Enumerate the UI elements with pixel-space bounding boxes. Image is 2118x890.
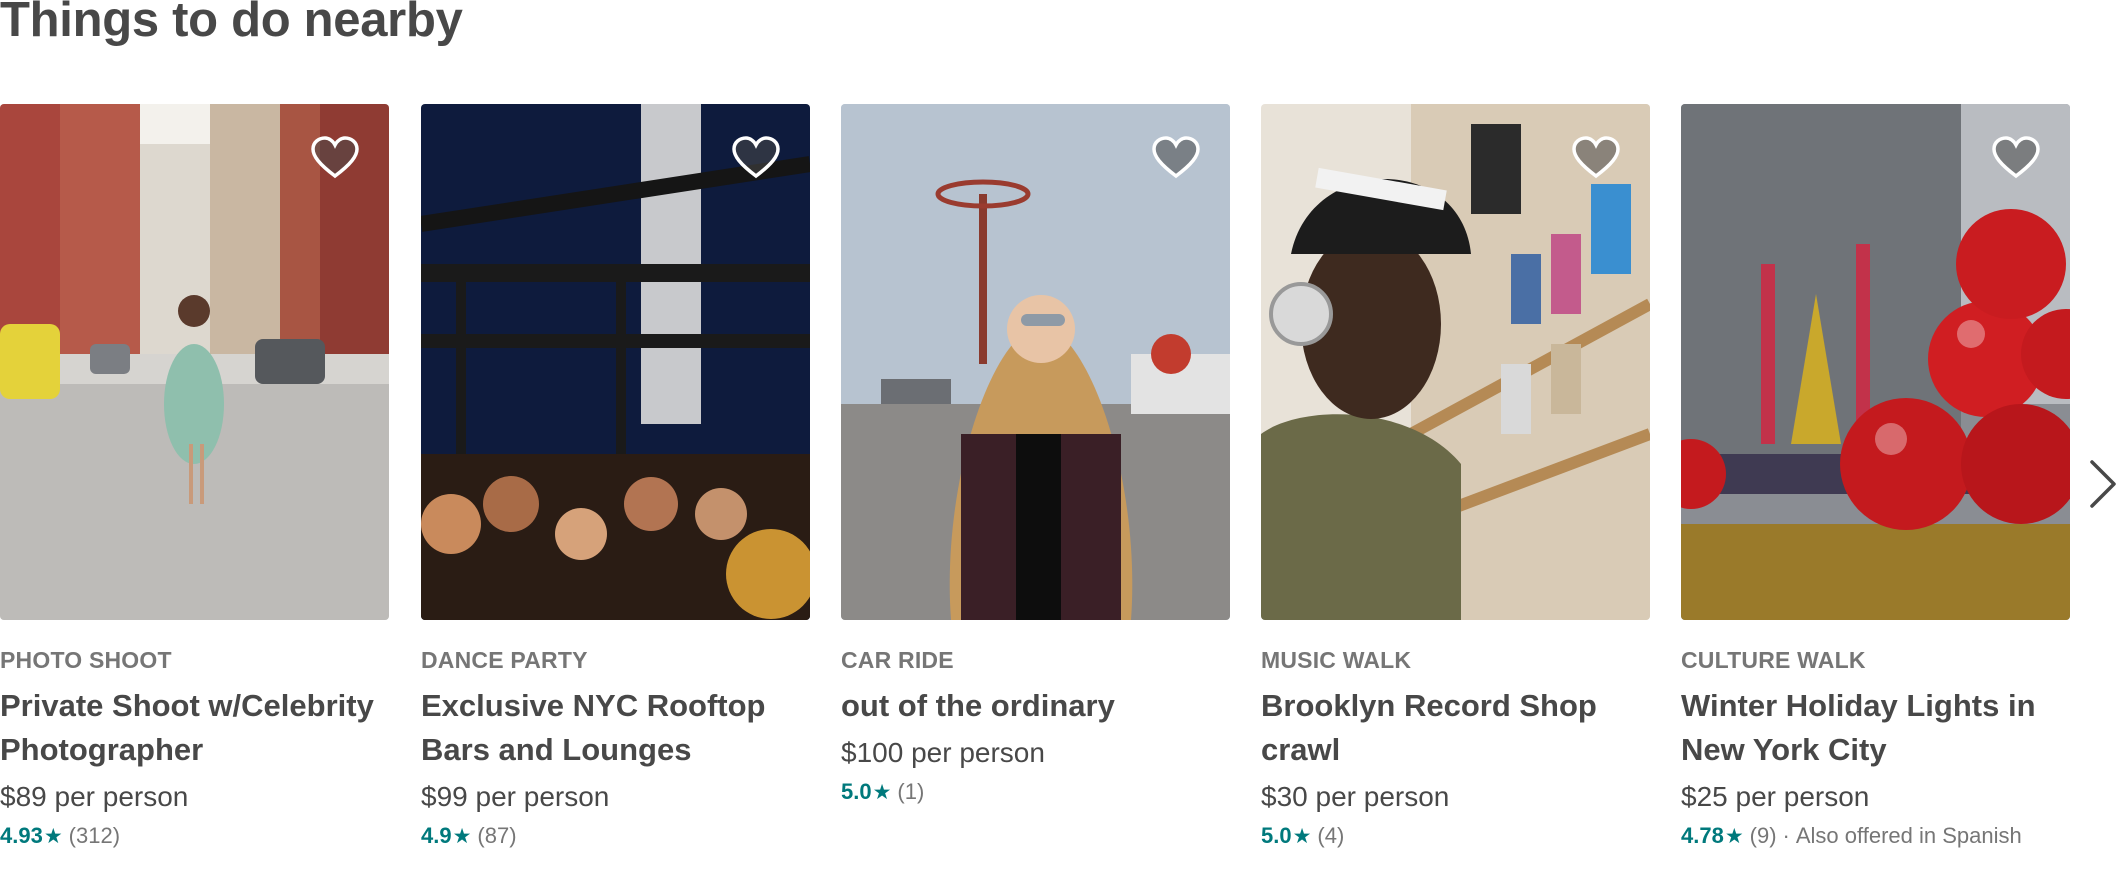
experience-category: DANCE PARTY — [421, 647, 588, 673]
save-button[interactable] — [1152, 136, 1200, 180]
heart-icon — [1152, 136, 1200, 179]
experience-category: CAR RIDE — [841, 647, 954, 673]
star-icon: ★ — [1292, 825, 1312, 848]
save-button[interactable] — [311, 136, 359, 180]
rating-value: 5.0 — [841, 779, 872, 804]
star-icon: ★ — [872, 781, 892, 804]
price-unit: per person — [911, 737, 1045, 768]
rooftop-photo-image — [421, 104, 810, 620]
experience-card[interactable]: DANCE PARTY Exclusive NYC Rooftop Bars a… — [421, 104, 810, 853]
heart-icon — [732, 136, 780, 179]
heart-icon — [1572, 136, 1620, 179]
experience-title[interactable]: out of the ordinary — [841, 684, 1221, 728]
save-button[interactable] — [1992, 136, 2040, 180]
review-count: (312) — [68, 823, 121, 848]
street-photo-image — [0, 104, 389, 620]
review-count: (9) — [1749, 823, 1777, 848]
experience-title[interactable]: Exclusive NYC Rooftop Bars and Lounges — [421, 684, 801, 772]
rating-value: 4.9 — [421, 823, 452, 848]
rating-value: 4.93 — [0, 823, 43, 848]
experience-title[interactable]: Private Shoot w/Celebrity Photographer — [0, 684, 380, 772]
price-amount: $99 — [421, 781, 468, 812]
experience-title[interactable]: Brooklyn Record Shop crawl — [1261, 684, 1641, 772]
save-button[interactable] — [1572, 136, 1620, 180]
experiences-carousel: PHOTO SHOOT Private Shoot w/Celebrity Ph… — [0, 104, 2118, 890]
experience-category: CULTURE WALK — [1681, 647, 1866, 673]
experience-title[interactable]: Winter Holiday Lights in New York City — [1681, 684, 2061, 772]
experience-price: $89 per person — [0, 776, 389, 818]
heart-icon — [1992, 136, 2040, 179]
price-unit: per person — [1315, 781, 1450, 812]
chevron-right-icon — [2090, 460, 2116, 508]
experience-rating: 4.9★ (87) — [421, 820, 810, 853]
experience-card[interactable]: MUSIC WALK Brooklyn Record Shop crawl $3… — [1261, 104, 1650, 853]
separator-dot: · — [1782, 823, 1790, 848]
rating-value: 4.78 — [1681, 823, 1724, 848]
experience-rating: 4.93★ (312) — [0, 820, 389, 853]
price-amount: $100 — [841, 737, 904, 768]
experience-price: $100 per person — [841, 732, 1230, 774]
experience-rating: 5.0★ (4) — [1261, 820, 1650, 853]
star-icon: ★ — [43, 825, 63, 848]
price-unit: per person — [1735, 781, 1870, 812]
review-count: (87) — [477, 823, 517, 848]
star-icon: ★ — [452, 825, 472, 848]
experience-photo[interactable] — [841, 104, 1230, 620]
experience-rating: 4.78★ (9) · Also offered in Spanish — [1681, 820, 2070, 853]
experience-rating: 5.0★ (1) — [841, 776, 1230, 809]
experience-category: MUSIC WALK — [1261, 647, 1412, 673]
record-shop-photo-image — [1261, 104, 1650, 620]
rating-value: 5.0 — [1261, 823, 1292, 848]
star-icon: ★ — [1724, 825, 1744, 848]
experience-photo[interactable] — [0, 104, 389, 620]
experience-photo[interactable] — [1261, 104, 1650, 620]
experience-photo[interactable] — [1681, 104, 2070, 620]
heart-icon — [311, 136, 359, 179]
holiday-lights-photo-image — [1681, 104, 2070, 620]
experience-card[interactable]: CAR RIDE out of the ordinary $100 per pe… — [841, 104, 1230, 809]
experience-price: $30 per person — [1261, 776, 1650, 818]
experience-card[interactable]: PHOTO SHOOT Private Shoot w/Celebrity Ph… — [0, 104, 389, 853]
carousel-next-button[interactable] — [2086, 456, 2118, 512]
price-amount: $89 — [0, 781, 47, 812]
experience-card[interactable]: CULTURE WALK Winter Holiday Lights in Ne… — [1681, 104, 2070, 853]
boardwalk-photo-image — [841, 104, 1230, 620]
experience-category: PHOTO SHOOT — [0, 647, 172, 673]
save-button[interactable] — [732, 136, 780, 180]
experience-price: $99 per person — [421, 776, 810, 818]
price-amount: $25 — [1681, 781, 1728, 812]
language-note: Also offered in Spanish — [1795, 823, 2022, 848]
price-unit: per person — [54, 781, 189, 812]
section-title: Things to do nearby — [0, 0, 463, 47]
price-amount: $30 — [1261, 781, 1308, 812]
review-count: (4) — [1317, 823, 1345, 848]
experience-price: $25 per person — [1681, 776, 2070, 818]
review-count: (1) — [897, 779, 925, 804]
experience-photo[interactable] — [421, 104, 810, 620]
price-unit: per person — [475, 781, 610, 812]
